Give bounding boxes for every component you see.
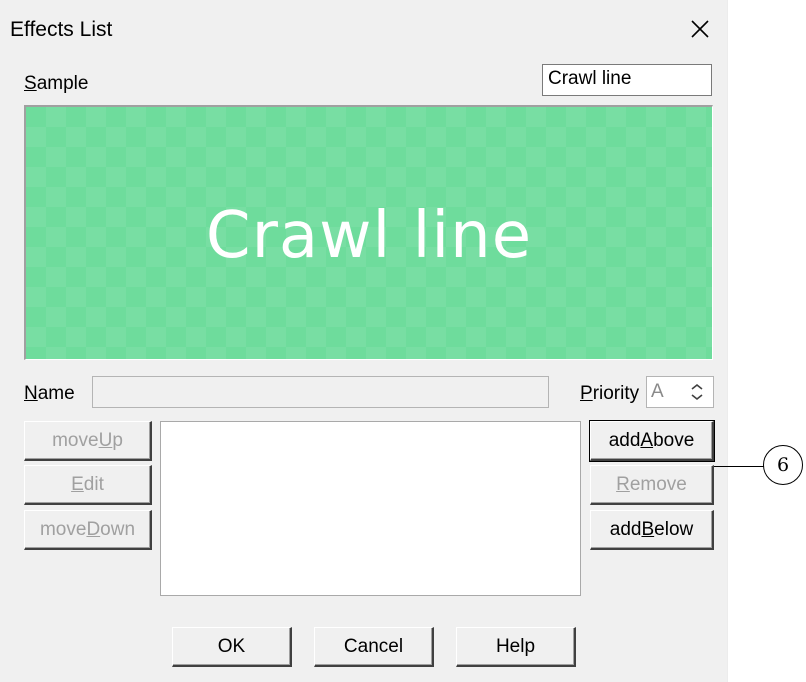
cancel-button[interactable]: Cancel [314,627,434,667]
name-label: Name [24,383,75,404]
sample-preview: Crawl line [24,105,713,360]
move-up-button[interactable]: move ​Up [24,421,152,461]
priority-spinbox[interactable]: A [646,376,714,408]
priority-label: Priority [580,383,640,404]
callout-leader-line [714,466,764,467]
effects-listbox[interactable] [160,421,581,596]
preview-text: Crawl line [205,199,533,273]
sample-label: Sample [24,73,89,94]
priority-value: A [651,381,664,402]
sample-name-field[interactable]: Crawl line [542,64,712,96]
remove-button[interactable]: Remove [590,465,714,505]
callout-number-6: 6 [763,445,803,485]
move-down-button[interactable]: move ​Down [24,510,152,550]
effects-list-dialog: Effects List Sample Crawl line Crawl lin… [0,0,728,682]
spin-arrows-icon[interactable] [687,381,707,403]
help-button[interactable]: Help [456,627,576,667]
title-bar: Effects List [0,0,727,60]
window-title: Effects List [10,18,113,41]
edit-button[interactable]: Edit [24,465,152,505]
add-above-button[interactable]: add ​Above [589,420,715,462]
add-below-button[interactable]: add ​Below [590,510,714,550]
ok-button[interactable]: OK [172,627,292,667]
close-icon[interactable] [683,12,717,46]
name-input[interactable] [92,376,549,408]
